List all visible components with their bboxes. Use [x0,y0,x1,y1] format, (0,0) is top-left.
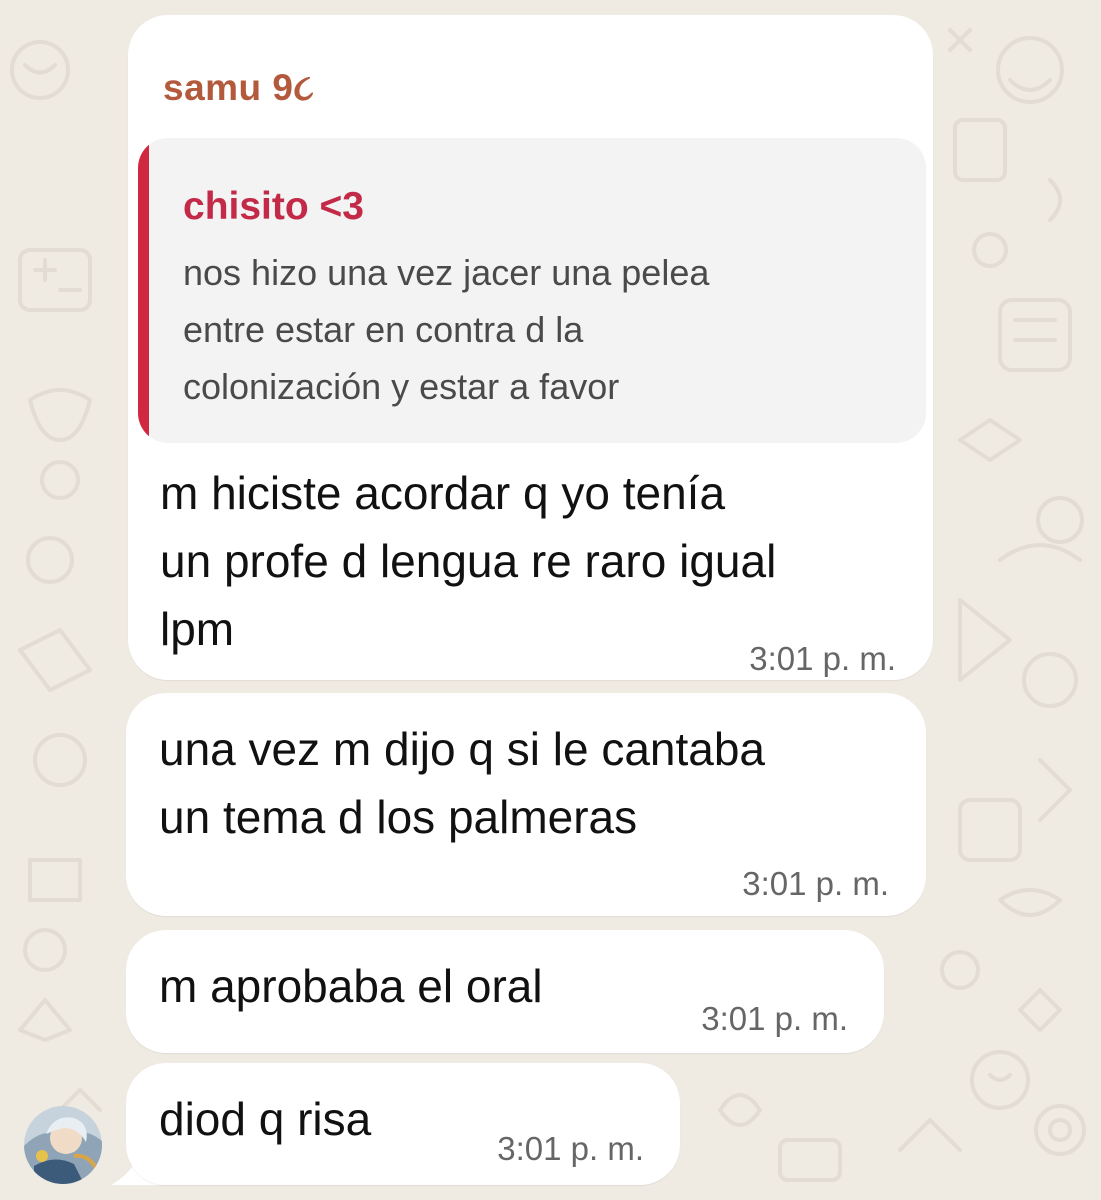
message-timestamp: 3:01 p. m. [742,865,889,902]
message-timestamp: 3:01 p. m. [749,640,896,677]
message-line: m aprobaba el oral [159,960,543,1012]
quote-line: colonización y estar a favor [183,366,620,407]
message-bubble[interactable]: m aprobaba el oral 3:01 p. m. [126,930,884,1053]
sender-name[interactable]: samu 9૮ [163,67,314,110]
avatar-icon[interactable] [24,1106,102,1184]
message-timestamp: 3:01 p. m. [497,1130,644,1167]
message-text: diod q risa [159,1085,371,1153]
message-line: diod q risa [159,1093,372,1145]
quote-author: chisito <3 [183,185,364,228]
message-line: lpm [160,603,235,655]
message-text: m hiciste acordar q yo tenía un profe d … [160,459,776,663]
message-timestamp: 3:01 p. m. [701,1000,848,1037]
message-line: una vez m dijo q si le cantaba [159,723,766,775]
message-bubble[interactable]: diod q risa 3:01 p. m. [126,1063,680,1185]
avatar-image [24,1106,102,1184]
message-line: m hiciste acordar q yo tenía [160,467,726,519]
quote-line: nos hizo una vez jacer una pelea [183,252,710,293]
message-line: un profe d lengua re raro igual [160,535,777,587]
quote-line: entre estar en contra d la [183,309,584,350]
quoted-message[interactable]: chisito <3 nos hizo una vez jacer una pe… [138,138,926,443]
message-bubble[interactable]: una vez m dijo q si le cantaba un tema d… [126,693,926,916]
message-text: m aprobaba el oral [159,952,543,1020]
message-line: un tema d los palmeras [159,791,638,843]
message-text: una vez m dijo q si le cantaba un tema d… [159,715,765,851]
message-bubble-reply[interactable]: samu 9૮ chisito <3 nos hizo una vez jace… [128,15,933,680]
quote-text: nos hizo una vez jacer una pelea entre e… [183,244,883,415]
quote-accent-bar [138,138,149,443]
